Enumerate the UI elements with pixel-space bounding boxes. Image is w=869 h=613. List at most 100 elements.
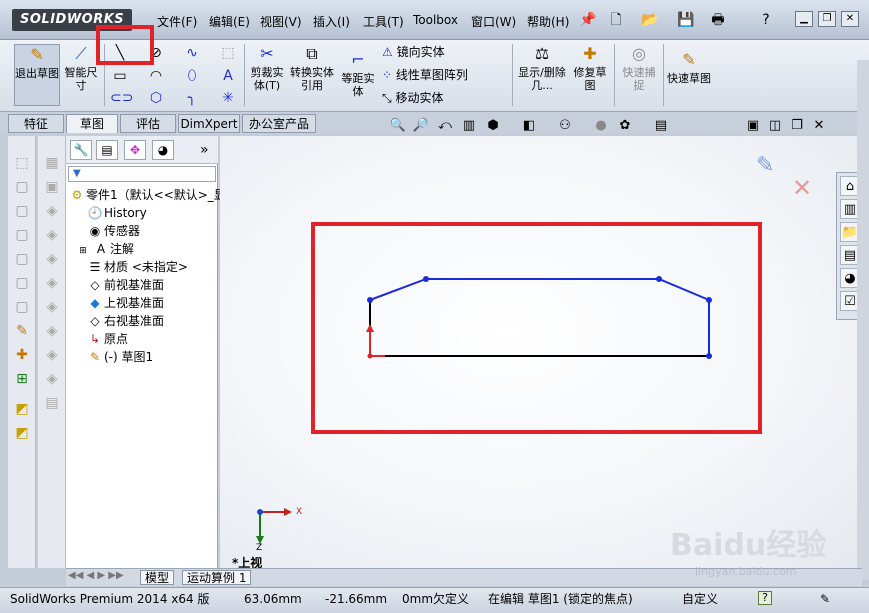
quick-snaps-button[interactable]: ◎ 快速捕捉	[618, 44, 660, 92]
top-view-icon[interactable]: ▢	[8, 272, 36, 294]
appearance-icon[interactable]: ●	[592, 118, 610, 134]
linear-pattern-button[interactable]: ⁘ 线性草图阵列	[382, 66, 468, 83]
tree-item-top-plane[interactable]: ◆ 上视基准面	[86, 294, 164, 312]
revolve-icon[interactable]: ◈	[38, 200, 66, 222]
viewport-restore-icon[interactable]: ❐	[788, 118, 806, 134]
fillet-feature-icon[interactable]: ◈	[38, 296, 66, 318]
tab-features[interactable]: 特征	[8, 114, 64, 133]
menu-window[interactable]: 窗口(W)	[471, 13, 516, 30]
chamfer-icon[interactable]: ◈	[38, 320, 66, 342]
status-units[interactable]: 自定义	[682, 591, 718, 607]
tab-sketch[interactable]: 草图	[66, 114, 118, 133]
tree-item-right-plane[interactable]: ◇ 右视基准面	[86, 312, 164, 330]
add-relation-icon[interactable]: ✚	[8, 344, 36, 366]
zoom-area-icon[interactable]: 🔎	[412, 118, 430, 134]
menu-help[interactable]: 帮助(H)	[527, 13, 569, 30]
restore-icon[interactable]: ❐	[818, 11, 836, 27]
layer-icon[interactable]: ◩	[8, 398, 36, 420]
slot-tool-icon[interactable]: ⊂⊃	[110, 88, 133, 108]
print-icon[interactable]: 🖶	[708, 10, 728, 30]
new-file-icon[interactable]: 🗋	[606, 10, 626, 30]
exit-sketch-corner-icon[interactable]: ✎	[756, 153, 774, 178]
sweep-icon[interactable]: ◈	[38, 224, 66, 246]
mirror-entities-button[interactable]: ⚠ 镜向实体	[382, 43, 445, 60]
menu-insert[interactable]: 插入(I)	[313, 13, 350, 30]
rectangle-tool-icon[interactable]: ▭	[110, 66, 130, 86]
menu-toolbox[interactable]: Toolbox	[413, 13, 458, 27]
menu-edit[interactable]: 编辑(E)	[209, 13, 250, 30]
status-edit-icon[interactable]: ✎	[820, 591, 830, 607]
config-manager-tab-icon[interactable]: ✥	[124, 140, 146, 160]
close-icon[interactable]: ✕	[841, 11, 859, 27]
tree-item-sketch1[interactable]: ✎ (-) 草图1	[86, 348, 153, 366]
status-help-icon[interactable]: ?	[758, 591, 772, 605]
bottom-view-icon[interactable]: ▢	[8, 296, 36, 318]
menu-tools[interactable]: 工具(T)	[363, 13, 404, 30]
exit-sketch-button[interactable]: ✎ 退出草图	[14, 44, 60, 106]
extrude-icon[interactable]: ▣	[38, 176, 66, 198]
cut-icon[interactable]: ◈	[38, 272, 66, 294]
fillet-tool-icon[interactable]: ╮	[182, 88, 202, 108]
tree-item-origin[interactable]: ↳ 原点	[86, 330, 128, 348]
text-tool-icon[interactable]: A	[218, 66, 238, 86]
polygon-tool-icon[interactable]: ⬡	[146, 88, 166, 108]
save-icon[interactable]: 💾	[676, 10, 696, 30]
front-view-icon[interactable]: ▢	[8, 176, 36, 198]
tree-item-annotations[interactable]: ⊞ A 注解	[74, 240, 134, 258]
cancel-corner-icon[interactable]: ✕	[792, 174, 812, 202]
menu-view[interactable]: 视图(V)	[260, 13, 302, 30]
tree-filter[interactable]: ▼	[68, 166, 216, 182]
viewport-split-icon[interactable]: ◫	[766, 118, 784, 134]
edit-sketch-icon[interactable]: ✎	[8, 320, 36, 342]
tab-model[interactable]: 模型	[140, 570, 175, 585]
pin-icon[interactable]: 📌	[578, 10, 598, 30]
ellipse-tool-icon[interactable]: ⬯	[182, 66, 202, 86]
offset-entities-button[interactable]: ⌐ 等距实体	[337, 50, 379, 98]
viewport-close-icon[interactable]: ✕	[810, 118, 828, 134]
pattern-icon[interactable]: ◈	[38, 368, 66, 390]
view-settings-icon[interactable]: ▤	[652, 118, 670, 134]
tab-motion-study[interactable]: 运动算例 1	[182, 570, 252, 585]
zoom-fit-icon[interactable]: 🔍	[389, 118, 407, 134]
tab-dimxpert[interactable]: DimXpert	[178, 114, 240, 133]
repair-sketch-button[interactable]: ✚ 修复草图	[570, 44, 610, 92]
plane-tool-icon[interactable]: ⬚	[218, 43, 238, 63]
tree-item-sensors[interactable]: ◉ 传感器	[86, 222, 140, 240]
sketch-tools-icon[interactable]: ⊞	[8, 368, 36, 390]
tree-item-material[interactable]: ☰ 材质 <未指定>	[86, 258, 188, 276]
smart-dimension-button[interactable]: ⟋ 智能尺寸	[62, 44, 100, 92]
layer-2-icon[interactable]: ◩	[8, 422, 36, 444]
iso-view-icon[interactable]: ⬚	[8, 152, 36, 174]
show-delete-relations-button[interactable]: ⚖ 显示/删除几...	[518, 44, 566, 92]
open-folder-icon[interactable]: 📂	[640, 10, 660, 30]
hide-show-icon[interactable]: ⚇	[556, 118, 574, 134]
tree-item-history[interactable]: 🕘 History	[86, 204, 147, 222]
help-icon[interactable]: ?	[756, 10, 776, 30]
rapid-sketch-button[interactable]: ✎ 快速草图	[666, 50, 712, 85]
display-manager-tab-icon[interactable]: ◕	[152, 140, 174, 160]
confirm-corner[interactable]: ✎ ✕	[756, 153, 812, 202]
right-view-icon[interactable]: ▢	[8, 248, 36, 270]
viewport-single-icon[interactable]: ▣	[744, 118, 762, 134]
tab-office-products[interactable]: 办公室产品	[242, 114, 316, 133]
arc-tool-icon[interactable]: ◠	[146, 66, 166, 86]
minimize-icon[interactable]: ▁	[795, 11, 813, 27]
expand-panel-icon[interactable]: »	[200, 142, 209, 158]
left-view-icon[interactable]: ▢	[8, 224, 36, 246]
previous-view-icon[interactable]: ⤺	[436, 118, 454, 134]
point-tool-icon[interactable]: ✳	[218, 88, 238, 108]
back-view-icon[interactable]: ▢	[8, 200, 36, 222]
display-style-icon[interactable]: ◧	[520, 118, 538, 134]
menu-file[interactable]: 文件(F)	[157, 13, 197, 30]
tree-root[interactable]: ⚙ 零件1（默认<<默认>_显	[68, 186, 226, 204]
convert-entities-button[interactable]: ⧉ 转换实体引用	[290, 44, 334, 92]
section-view-icon[interactable]: ▥	[460, 118, 478, 134]
property-manager-tab-icon[interactable]: ▤	[96, 140, 118, 160]
shell-icon[interactable]: ◈	[38, 344, 66, 366]
grid-icon[interactable]: ▦	[38, 152, 66, 174]
move-entities-button[interactable]: ⤡ 移动实体	[382, 89, 443, 106]
feature-manager-tab-icon[interactable]: 🔧	[70, 140, 92, 160]
scene-icon[interactable]: ✿	[616, 118, 634, 134]
loft-icon[interactable]: ◈	[38, 248, 66, 270]
table-icon[interactable]: ▤	[38, 392, 66, 414]
